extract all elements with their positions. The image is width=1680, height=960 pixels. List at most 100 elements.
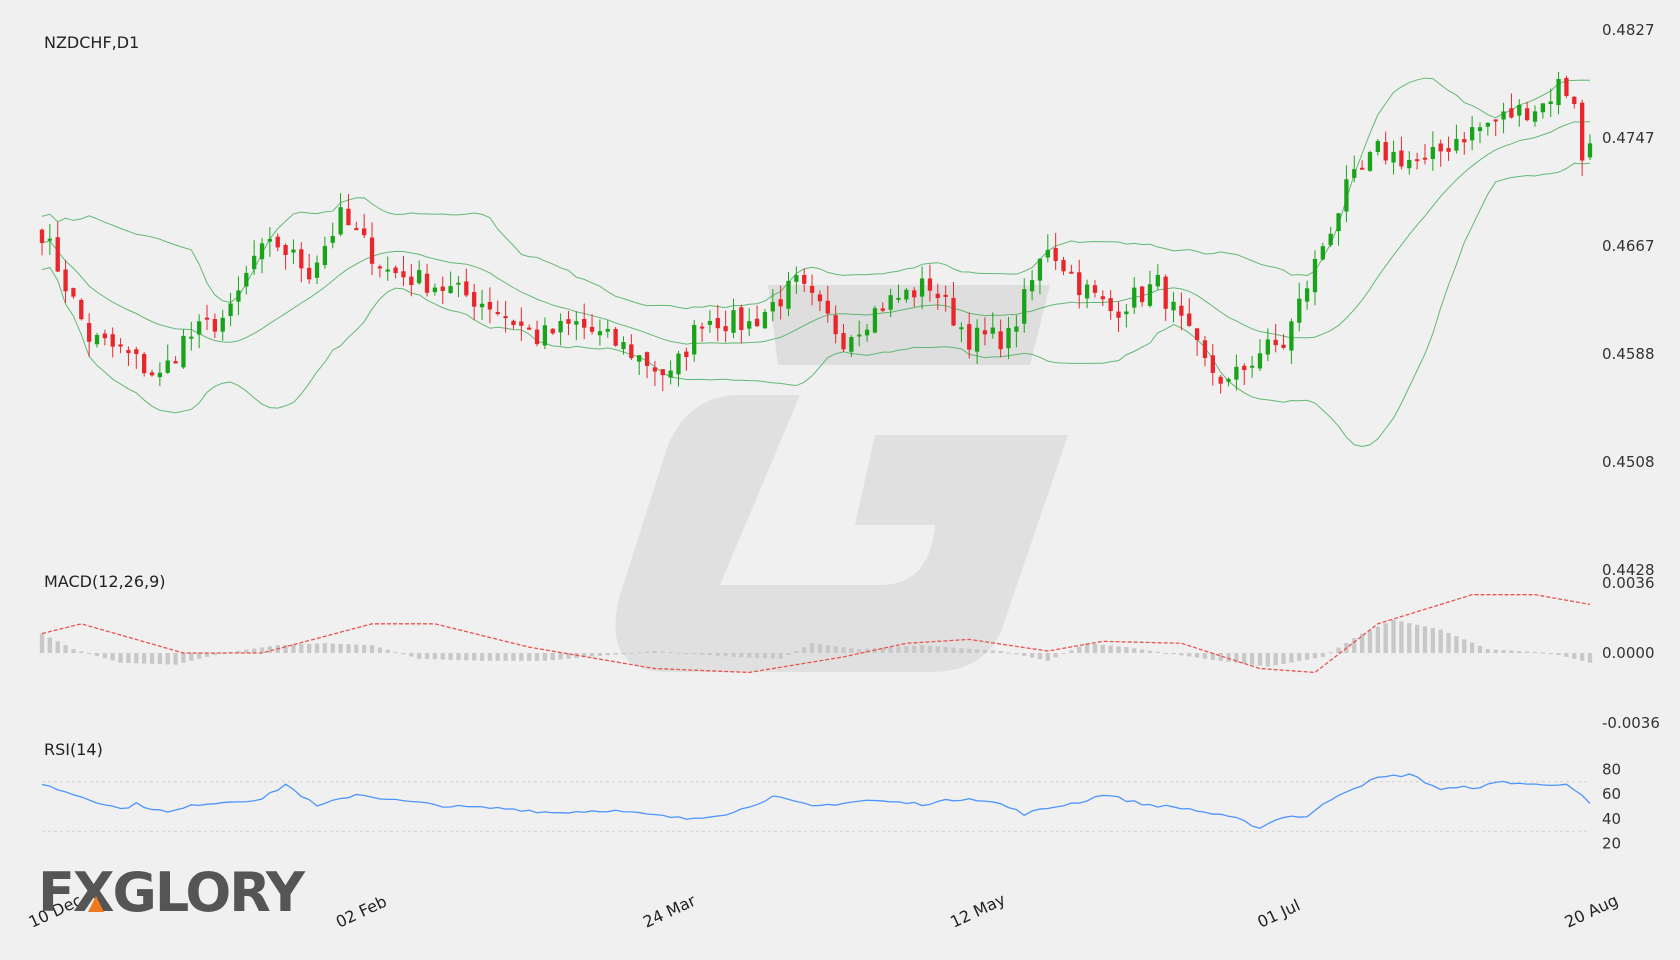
macd-histogram-bar — [401, 653, 406, 655]
macd-histogram-bar — [1462, 639, 1467, 653]
macd-histogram-bar — [888, 647, 893, 653]
macd-histogram-bar — [1281, 653, 1286, 664]
macd-histogram-bar — [1108, 645, 1113, 653]
macd-histogram-bar — [597, 653, 603, 656]
candle-body — [589, 326, 595, 332]
candle-body — [275, 236, 280, 248]
candle-body — [1383, 142, 1388, 161]
macd-histogram-bar — [55, 641, 60, 653]
macd-histogram-bar — [762, 653, 768, 659]
symbol-label: NZDCHF,D1 — [44, 33, 139, 52]
price-chart: 0.48270.47470.46670.45880.45080.44280.00… — [26, 21, 1660, 932]
macd-histogram-bar — [149, 653, 155, 664]
macd-histogram-bar — [660, 651, 665, 653]
macd-histogram-bar — [1257, 653, 1263, 666]
candle-body — [377, 266, 383, 269]
candle-body — [330, 235, 335, 243]
macd-histogram-bar — [1297, 653, 1302, 662]
macd-histogram-bar — [322, 643, 328, 653]
candle-body — [149, 372, 155, 376]
macd-histogram-bar — [786, 653, 791, 655]
macd-histogram-bar — [1485, 649, 1490, 653]
candle-body — [566, 319, 571, 324]
macd-histogram-bar — [684, 653, 689, 654]
macd-histogram-bar — [1438, 629, 1443, 653]
macd-histogram-bar — [1572, 653, 1577, 659]
macd-histogram-bar — [126, 653, 131, 663]
macd-histogram-bar — [142, 653, 147, 664]
macd-histogram-bar — [1249, 653, 1255, 665]
macd-histogram-bar — [849, 648, 854, 653]
candle-body — [872, 308, 878, 333]
candle-body — [1179, 305, 1184, 316]
candle-body — [668, 370, 673, 378]
candle-body — [629, 344, 634, 359]
rsi-tick-label: 80 — [1602, 760, 1621, 778]
macd-histogram-bar — [1367, 630, 1373, 653]
macd-histogram-bar — [1524, 651, 1530, 653]
candle-body — [86, 323, 92, 342]
candle-body — [165, 360, 170, 373]
macd-histogram-bar — [692, 653, 697, 654]
macd-histogram-bar — [699, 653, 705, 655]
macd-histogram-bar — [448, 653, 453, 660]
candle-body — [558, 320, 563, 333]
macd-histogram-bar — [1375, 626, 1380, 653]
macd-histogram-bar — [927, 645, 933, 653]
rsi-tick-label: 40 — [1602, 810, 1621, 828]
candle-body — [1037, 258, 1043, 281]
candle-body — [1359, 167, 1365, 170]
macd-histogram-bar — [432, 653, 438, 660]
macd-histogram-bar — [919, 645, 925, 653]
macd-histogram-bar — [1320, 653, 1325, 657]
macd-histogram-bar — [1509, 650, 1514, 653]
macd-histogram-bar — [1540, 652, 1546, 654]
candle-body — [1375, 140, 1380, 152]
candle-body — [47, 238, 53, 241]
candle-body — [1501, 111, 1506, 120]
macd-histogram-bar — [998, 651, 1003, 653]
candle-body — [1304, 288, 1310, 302]
candle-body — [574, 321, 579, 325]
candle-body — [244, 272, 249, 287]
macd-histogram-bar — [456, 653, 461, 661]
candle-body — [1226, 378, 1231, 382]
macd-histogram-bar — [1383, 623, 1388, 653]
macd-histogram-bar — [1422, 626, 1428, 653]
candle-body — [731, 310, 736, 333]
candle-body — [621, 342, 626, 350]
price-axis: 0.48270.47470.46670.45880.45080.44280.00… — [1602, 21, 1660, 853]
macd-histogram-bar — [967, 648, 972, 653]
macd-histogram-bar — [676, 652, 681, 654]
macd-histogram-bar — [424, 653, 430, 660]
candle-body — [1124, 311, 1129, 315]
candle-body — [487, 301, 493, 310]
candle-body — [660, 369, 665, 376]
price-tick-label: 0.4588 — [1602, 345, 1655, 363]
macd-histogram-bar — [338, 643, 343, 653]
candle-body — [417, 270, 422, 284]
candle-body — [1438, 143, 1443, 152]
macd-histogram-bar — [259, 647, 265, 653]
macd-histogram-bar — [472, 653, 477, 661]
candle-body — [637, 355, 642, 362]
candle-body — [817, 294, 823, 302]
macd-tick-label: 0.0000 — [1602, 644, 1655, 662]
candle-body — [1532, 111, 1538, 122]
candle-body — [959, 327, 964, 330]
macd-histogram-bar — [110, 653, 115, 661]
macd-histogram-bar — [1548, 653, 1553, 654]
macd-histogram-bar — [181, 653, 186, 663]
macd-histogram-bar — [1029, 653, 1035, 658]
candle-body — [1273, 339, 1278, 346]
candle-body — [1548, 101, 1553, 104]
macd-histogram-bar — [79, 651, 84, 653]
macd-histogram-bar — [778, 653, 783, 659]
candle-body — [173, 361, 178, 364]
candle-body — [267, 238, 273, 242]
candle-body — [1084, 284, 1090, 299]
candle-body — [346, 208, 351, 226]
candle-body — [896, 297, 901, 300]
macd-histogram-bar — [943, 646, 948, 653]
macd-histogram-bar — [990, 650, 995, 653]
